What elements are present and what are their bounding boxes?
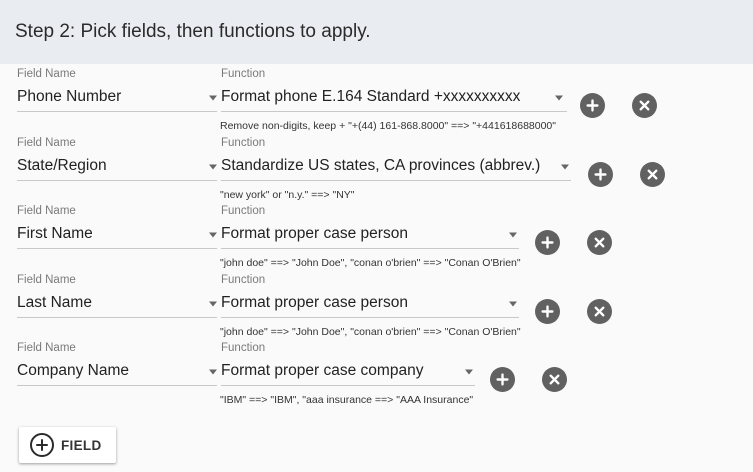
field-name-label: Field Name: [17, 205, 76, 217]
plus-circle-icon: [541, 236, 554, 249]
field-name-value: Last Name: [17, 293, 92, 311]
add-field-button[interactable]: FIELD: [19, 427, 116, 463]
add-field-label: FIELD: [61, 437, 102, 453]
caret-down-icon: [509, 232, 517, 237]
page-title: Step 2: Pick fields, then functions to a…: [15, 21, 371, 42]
caret-down-icon: [561, 164, 569, 169]
function-select[interactable]: Format proper case person: [221, 219, 519, 249]
add-function-button[interactable]: [490, 367, 515, 392]
function-value: Format proper case person: [221, 293, 408, 311]
remove-row-button[interactable]: [632, 93, 657, 118]
add-function-button[interactable]: [580, 93, 605, 118]
mapping-row-company-name: Field Name Function Company Name Format …: [0, 342, 753, 410]
step-header: Step 2: Pick fields, then functions to a…: [0, 0, 753, 64]
field-name-label: Field Name: [17, 137, 76, 149]
remove-row-button[interactable]: [640, 162, 665, 187]
remove-row-button[interactable]: [587, 299, 612, 324]
field-name-value: First Name: [17, 224, 93, 242]
caret-down-icon: [465, 369, 473, 374]
function-select[interactable]: Format proper case person: [221, 288, 519, 318]
function-hint: "john doe" ==> "John Doe", "conan o'brie…: [220, 326, 521, 338]
function-select[interactable]: Standardize US states, CA provinces (abb…: [221, 151, 571, 181]
function-label: Function: [221, 137, 266, 149]
function-select[interactable]: Format phone E.164 Standard +xxxxxxxxxx: [221, 82, 567, 112]
function-label: Function: [221, 68, 266, 80]
field-name-label: Field Name: [17, 342, 76, 354]
plus-circle-outline-icon: [30, 433, 54, 457]
close-circle-icon: [549, 374, 560, 385]
plus-circle-icon: [586, 99, 599, 112]
field-name-select[interactable]: Phone Number: [17, 82, 217, 112]
close-circle-icon: [639, 100, 650, 111]
plus-circle-icon: [541, 305, 554, 318]
function-value: Standardize US states, CA provinces (abb…: [221, 156, 541, 174]
field-name-select[interactable]: Last Name: [17, 288, 217, 318]
caret-down-icon: [209, 369, 217, 374]
field-name-value: State/Region: [17, 156, 107, 174]
mapping-row-first-name: Field Name Function First Name Format pr…: [0, 205, 753, 273]
function-hint: Remove non-digits, keep + "+(44) 161-868…: [220, 120, 556, 132]
caret-down-icon: [209, 232, 217, 237]
field-name-value: Phone Number: [17, 87, 122, 105]
caret-down-icon: [209, 301, 217, 306]
add-function-button[interactable]: [588, 162, 613, 187]
close-circle-icon: [594, 237, 605, 248]
function-label: Function: [221, 205, 266, 217]
function-hint: "john doe" ==> "John Doe", "conan o'brie…: [220, 257, 521, 269]
add-function-button[interactable]: [535, 299, 560, 324]
mapping-row-state-region: Field Name Function State/Region Standar…: [0, 137, 753, 205]
function-label: Function: [221, 342, 266, 354]
mapping-row-phone-number: Field Name Function Phone Number Format …: [0, 68, 753, 136]
close-circle-icon: [594, 306, 605, 317]
field-name-value: Company Name: [17, 361, 129, 379]
field-name-select[interactable]: First Name: [17, 219, 217, 249]
add-function-button[interactable]: [535, 230, 560, 255]
remove-row-button[interactable]: [542, 367, 567, 392]
function-select[interactable]: Format proper case company: [221, 356, 475, 386]
function-label: Function: [221, 274, 266, 286]
plus-circle-icon: [496, 373, 509, 386]
field-name-select[interactable]: Company Name: [17, 356, 217, 386]
remove-row-button[interactable]: [587, 230, 612, 255]
function-value: Format phone E.164 Standard +xxxxxxxxxx: [221, 87, 521, 105]
function-hint: "new york" or "n.y." ==> "NY": [220, 189, 355, 201]
function-value: Format proper case company: [221, 361, 424, 379]
field-name-select[interactable]: State/Region: [17, 151, 217, 181]
caret-down-icon: [555, 95, 563, 100]
plus-circle-icon: [594, 168, 607, 181]
function-hint: "IBM" ==> "IBM", "aaa insurance ==> "AAA…: [220, 394, 474, 406]
close-circle-icon: [647, 169, 658, 180]
field-name-label: Field Name: [17, 274, 76, 286]
caret-down-icon: [509, 301, 517, 306]
mapping-row-last-name: Field Name Function Last Name Format pro…: [0, 274, 753, 342]
caret-down-icon: [209, 164, 217, 169]
caret-down-icon: [209, 95, 217, 100]
function-value: Format proper case person: [221, 224, 408, 242]
field-name-label: Field Name: [17, 68, 76, 80]
